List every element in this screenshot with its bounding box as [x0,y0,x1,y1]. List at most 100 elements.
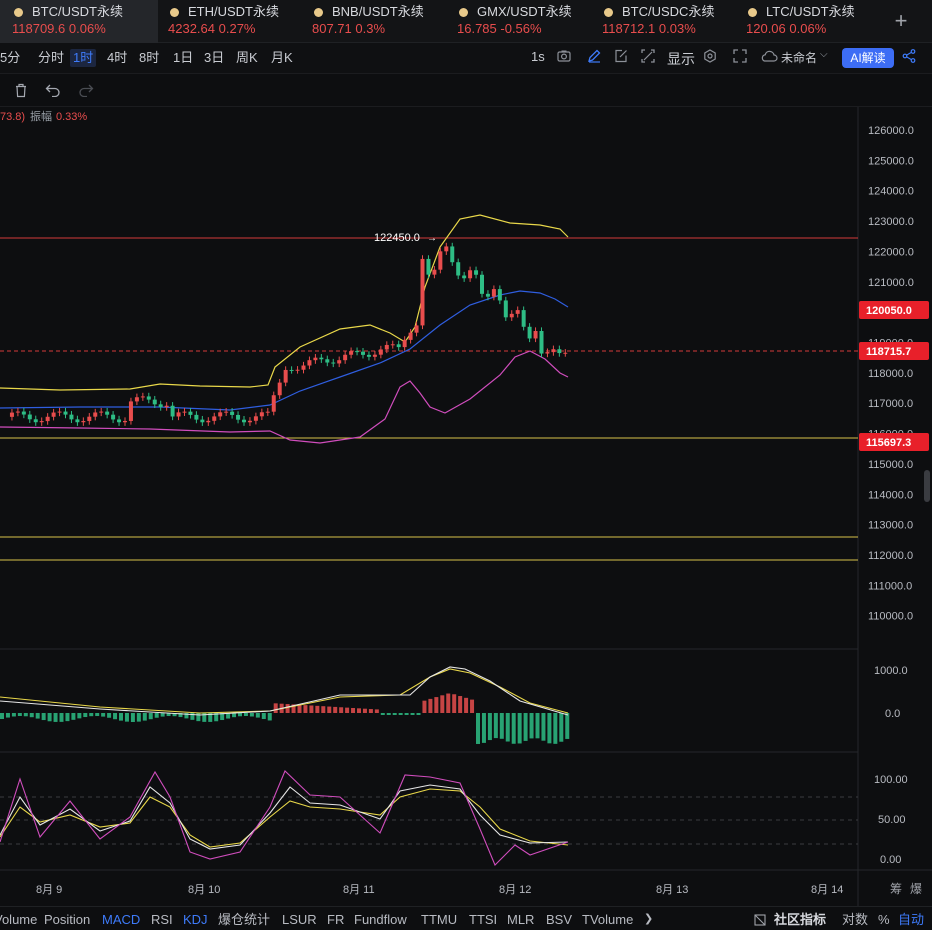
candle-body [146,396,151,400]
timeframe-option[interactable]: 4时 [104,49,130,67]
coin-icon [314,8,323,17]
macd-histogram-bar [243,713,248,717]
chevron-down-icon[interactable]: ⌵ [820,49,828,60]
edit-box-icon[interactable] [614,49,628,66]
ticker-tab[interactable]: ETH/USDT永续 4232.64 0.27% [156,0,300,43]
timeframe-option[interactable]: 5分 [0,49,23,67]
pencil-icon[interactable] [587,49,601,66]
indicator-tab[interactable]: FR [327,912,344,927]
price-tick-label: 112000.0 [868,550,913,562]
ticker-tab[interactable]: GMX/USDT永续 16.785 -0.56% [445,0,590,43]
indicator-tab[interactable]: TVolume [582,912,633,927]
candle-body [480,274,484,294]
grid-icon[interactable] [754,913,766,930]
candle-body [527,326,532,339]
indicator-tab[interactable]: 爆仓统计 [218,912,270,927]
candle-body [134,397,139,402]
amplitude-value: 0.33% [56,111,87,123]
macd-histogram-bar [470,699,475,713]
candle-body [408,332,413,340]
chip-distribution-label[interactable]: 筹 [890,882,902,896]
candle-body [503,300,508,318]
toolbar: 5分 分时 1时 4时 8时 1日 3日 周K 月K 1s 显示 未命名 ⌵ [0,43,932,73]
macd-histogram-bar [351,707,356,713]
indicator-tab[interactable]: Position [44,912,90,927]
macd-histogram-bar [5,713,10,718]
price-tick-label: 113000.0 [868,520,913,532]
price-tick-label: 124000.0 [868,186,914,198]
timeframe-option[interactable]: 分时 [35,49,67,67]
cloud-icon[interactable] [760,49,778,66]
macd-histogram-bar [255,713,260,718]
price-tick-label: 117000.0 [868,398,913,410]
ticker-symbol: ETH/USDT永续 [188,4,280,19]
indicator-tab[interactable]: Volume [0,912,37,927]
ticker-symbol: BTC/USDC永续 [622,4,715,19]
kdj-tick-label: 50.00 [878,814,906,826]
indicator-tab[interactable]: MLR [507,912,534,927]
settings-icon[interactable] [703,49,717,66]
indicator-tab[interactable]: Fundflow [354,912,407,927]
indicator-tab[interactable]: BSV [546,912,572,927]
layout-name[interactable]: 未命名 [781,49,817,66]
macd-histogram-bar [249,713,254,717]
timeframe-option[interactable]: 8时 [136,49,162,67]
kline-chart[interactable]: 126000.0 125000.0 124000.0 123000.0 122000.0… [0,107,932,906]
ticker-tab[interactable]: BTC/USDC永续 118712.1 0.03% [590,0,734,43]
candle-body [15,411,20,413]
candle-body [361,351,365,355]
macd-histogram-bar [559,713,564,742]
candle-body [319,357,324,360]
log-scale-toggle[interactable]: 对数 [842,912,868,927]
share-icon[interactable] [902,49,916,66]
fullscreen-icon[interactable] [733,49,747,66]
candle-body [170,405,175,417]
coin-icon [459,8,468,17]
macd-histogram-bar [321,706,326,713]
candle-body [21,411,26,415]
candle-body [432,269,437,275]
macd-histogram-bar [71,713,76,720]
ticker-tab[interactable]: LTC/USDT永续 120.06 0.06% [734,0,874,43]
undo-icon[interactable] [45,83,61,102]
macd-histogram-bar [499,713,504,739]
timeframe-option[interactable]: 月K [268,49,296,67]
timeframe-option[interactable]: 3日 [201,49,227,67]
camera-icon[interactable] [557,49,571,66]
interval-label[interactable]: 1s [531,49,545,64]
macd-histogram-bar [142,713,147,721]
candle-body [164,405,169,408]
ticker-tab[interactable]: BNB/USDT永续 807.71 0.3% [300,0,445,43]
trash-icon[interactable] [14,83,28,103]
indicator-tab[interactable]: MACD [102,912,140,927]
timeframe-option[interactable]: 1时 [70,49,97,67]
add-tab-button[interactable]: + [888,8,914,34]
timeframe-option[interactable]: 周K [233,49,261,67]
indicator-tab[interactable]: KDJ [183,912,208,927]
indicator-tab[interactable]: LSUR [282,912,317,927]
liquidation-label[interactable]: 爆 [910,882,922,896]
indicator-tab[interactable]: TTSI [469,912,497,927]
ticker-symbol: BTC/USDT永续 [32,4,124,19]
macd-histogram-bar [541,713,546,741]
indicator-tab[interactable]: TTMU [421,912,457,927]
percent-toggle[interactable]: % [878,912,890,927]
community-indicators[interactable]: 社区指标 [774,912,826,927]
scrollbar[interactable] [924,470,930,502]
auto-scale-toggle[interactable]: 自动 [898,912,924,927]
ai-analysis-button[interactable]: AI解读 [842,48,894,68]
candle-body [93,412,98,417]
display-button[interactable]: 显示 [667,49,695,69]
candle-body [265,411,270,413]
chevron-right-icon[interactable]: ❯ [644,912,653,927]
ticker-tab[interactable]: BTC/USDT永续 118709.6 0.06% [0,0,158,43]
candle-body [426,258,431,275]
candle-body [402,339,407,348]
macd-histogram-bar [154,713,159,718]
timeframe-option[interactable]: 1日 [170,49,196,67]
macd-histogram-bar [547,713,552,744]
resize-icon[interactable] [641,49,655,66]
price-tick-label: 121000.0 [868,277,914,289]
indicator-tab[interactable]: RSI [151,912,173,927]
candle-body [283,369,288,383]
